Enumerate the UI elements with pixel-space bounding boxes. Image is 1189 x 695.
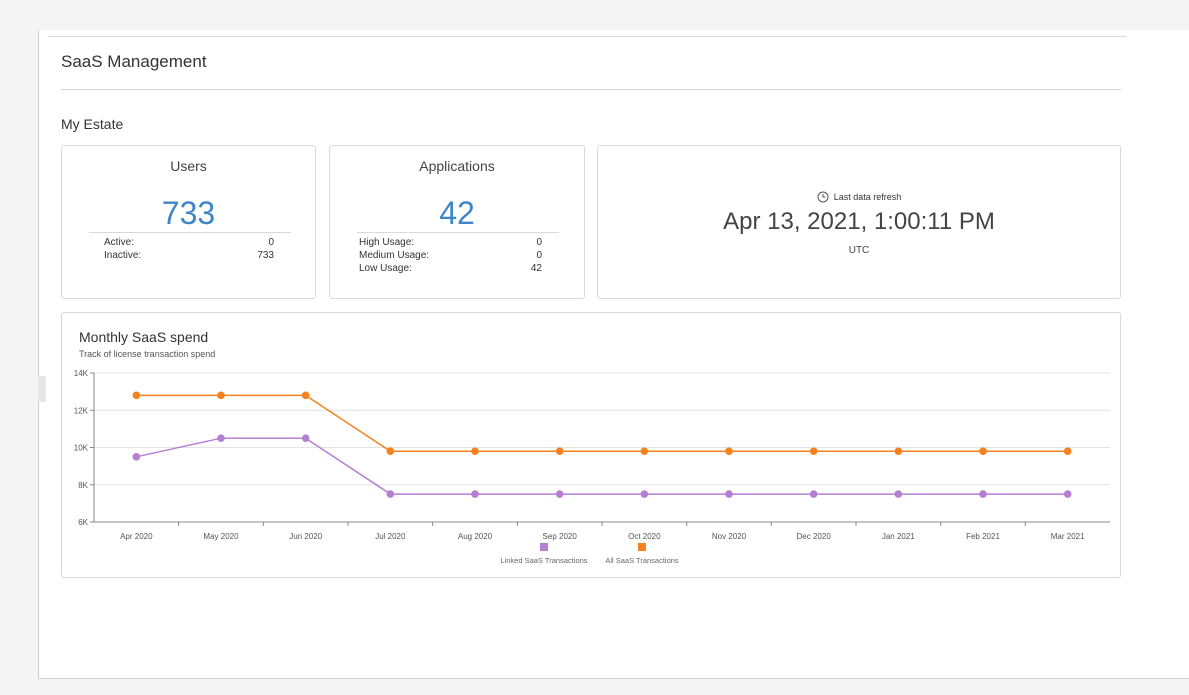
data-point (301, 391, 310, 400)
x-tick-label: Jan 2021 (882, 532, 915, 541)
users-card-title: Users (170, 158, 207, 174)
users-inactive-label: Inactive: (104, 250, 142, 261)
applications-low-label: Low Usage: (359, 263, 412, 274)
applications-divider (357, 232, 559, 233)
refresh-label-row: Last data refresh (598, 191, 1120, 203)
data-point (217, 391, 225, 400)
applications-medium-label: Medium Usage: (359, 250, 430, 261)
y-tick-label: 12K (74, 406, 89, 415)
y-tick-label: 10K (74, 444, 89, 453)
users-inactive-row: Inactive: 733 (104, 250, 274, 261)
users-active-label: Active: (104, 237, 135, 248)
data-point (979, 447, 987, 456)
monthly-spend-chart: 6K 8K 10K 12K 14K Apr 2020 May 2020 Jun 2020 Jul… (74, 369, 1110, 565)
x-tick-label: Oct 2020 (628, 532, 661, 541)
data-point (386, 490, 395, 498)
y-tick-label: 14K (74, 369, 89, 378)
x-tick-label: Sep 2020 (543, 532, 578, 541)
data-point (725, 490, 733, 498)
data-point (640, 490, 649, 498)
data-point (894, 447, 903, 456)
data-point (132, 453, 141, 461)
data-point (555, 447, 564, 456)
data-point (640, 447, 649, 456)
users-divider (89, 232, 291, 233)
clock-icon (817, 191, 834, 203)
applications-low-value: 42 (530, 263, 542, 274)
data-point (809, 447, 818, 456)
refresh-timestamp: Apr 13, 2021, 1:00:11 PM (723, 208, 995, 235)
legend-label: Linked SaaS Transactions (500, 556, 587, 565)
monthly-spend-card: Monthly SaaS spend Track of license tran… (61, 312, 1121, 578)
page-title: SaaS Management (61, 52, 207, 71)
x-tick-label: May 2020 (203, 532, 239, 541)
data-point (217, 434, 225, 442)
x-tick-label: Dec 2020 (797, 532, 832, 541)
data-point (1063, 447, 1072, 456)
legend-swatch (638, 543, 646, 551)
applications-medium-value: 0 (536, 250, 542, 261)
y-tick-label: 6K (78, 518, 88, 527)
data-point (386, 447, 395, 456)
users-active-row: Active: 0 (104, 237, 274, 248)
x-tick-label: Feb 2021 (966, 532, 1000, 541)
users-card[interactable]: Users 733 Active: 0 Inactive: 733 (61, 145, 316, 299)
data-point (1063, 490, 1072, 498)
users-inactive-value: 733 (257, 250, 274, 261)
data-point (132, 391, 141, 400)
applications-card[interactable]: Applications 42 High Usage: 0 Medium Usa… (329, 145, 585, 299)
series-line-1 (136, 437, 1068, 495)
section-title: My Estate (61, 116, 124, 132)
data-point (725, 447, 733, 456)
x-tick-label: Apr 2020 (120, 532, 153, 541)
refresh-label: Last data refresh (833, 192, 902, 202)
title-divider (61, 89, 1121, 90)
x-tick-label: Nov 2020 (712, 532, 747, 541)
x-tick-label: Mar 2021 (1051, 532, 1085, 541)
series-line-2 (136, 394, 1068, 452)
data-point (894, 490, 903, 498)
applications-high-label: High Usage: (359, 237, 415, 248)
data-point (809, 490, 818, 498)
applications-low-row: Low Usage: 42 (359, 263, 542, 274)
legend-label: All SaaS Transactions (605, 556, 679, 565)
users-active-value: 0 (268, 237, 274, 248)
applications-card-title: Applications (419, 158, 495, 174)
x-tick-label: Jun 2020 (289, 532, 322, 541)
data-refresh-card: Last data refresh Apr 13, 2021, 1:00:11 … (597, 145, 1121, 299)
x-tick-label: Aug 2020 (458, 532, 493, 541)
data-point (471, 447, 479, 456)
applications-total: 42 (439, 195, 475, 231)
data-point (471, 490, 479, 498)
users-total: 733 (161, 195, 216, 231)
refresh-timezone: UTC (848, 245, 870, 256)
data-point (979, 490, 987, 498)
legend-swatch (540, 543, 548, 551)
applications-medium-row: Medium Usage: 0 (359, 250, 542, 261)
applications-high-value: 0 (536, 237, 542, 248)
top-divider (48, 36, 1126, 37)
y-tick-label: 8K (78, 481, 88, 490)
x-tick-label: Jul 2020 (375, 532, 406, 541)
data-point (301, 434, 310, 442)
data-point (555, 490, 564, 498)
scrollbar-handle[interactable] (38, 376, 46, 402)
applications-high-row: High Usage: 0 (359, 237, 542, 248)
